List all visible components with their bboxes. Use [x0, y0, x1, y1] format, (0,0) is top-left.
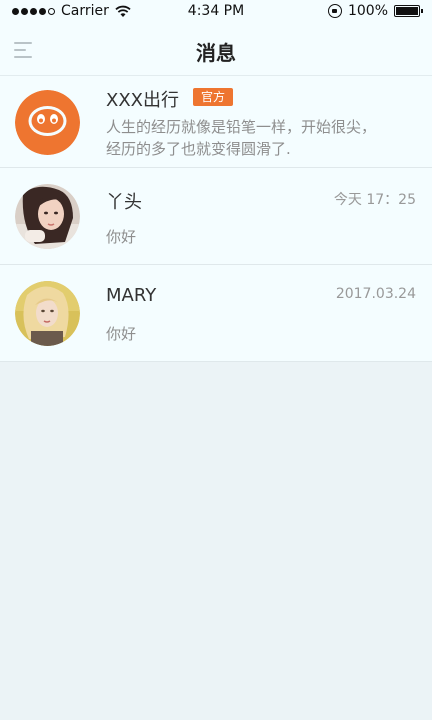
navigation-bar: 消息: [0, 24, 432, 76]
official-badge: 官方: [193, 88, 234, 106]
list-item-official[interactable]: XXX出行 官方 人生的经历就像是铅笔一样，开始很尖， 经历的多了也就变得圆滑了…: [0, 76, 432, 168]
official-logo-icon: [15, 90, 80, 155]
preview-line-1: 人生的经历就像是铅笔一样，开始很尖，: [106, 118, 377, 136]
list-item-conversation[interactable]: 丫头 今天 17：25 你好: [0, 168, 432, 265]
battery-icon: [394, 5, 423, 17]
message-preview: 你好: [106, 325, 137, 343]
message-list: XXX出行 官方 人生的经历就像是铅笔一样，开始很尖， 经历的多了也就变得圆滑了…: [0, 76, 432, 362]
sender-name: 丫头: [106, 192, 142, 213]
preview-line-2: 经历的多了也就变得圆滑了.: [106, 140, 291, 158]
message-time: 2017.03.24: [335, 286, 416, 302]
messages-screen: Carrier 4:34 PM 100% 消息 XXX出行 官方 人生的经历就像…: [0, 0, 432, 720]
status-right: 100%: [327, 3, 423, 19]
message-preview: 人生的经历就像是铅笔一样，开始很尖， 经历的多了也就变得圆滑了.: [106, 116, 406, 160]
page-title: 消息: [196, 41, 236, 65]
sender-name: XXX出行: [106, 90, 179, 111]
avatar: [15, 184, 80, 249]
message-preview: 你好: [106, 228, 137, 246]
list-item-conversation[interactable]: MARY 2017.03.24 你好: [0, 265, 432, 362]
battery-percentage: 100%: [347, 3, 388, 19]
message-time: 今天 17：25: [333, 192, 416, 208]
sender-name: MARY: [106, 285, 157, 306]
status-bar: Carrier 4:34 PM 100%: [0, 0, 432, 24]
orientation-lock-icon: [327, 4, 342, 18]
avatar: [15, 281, 80, 346]
